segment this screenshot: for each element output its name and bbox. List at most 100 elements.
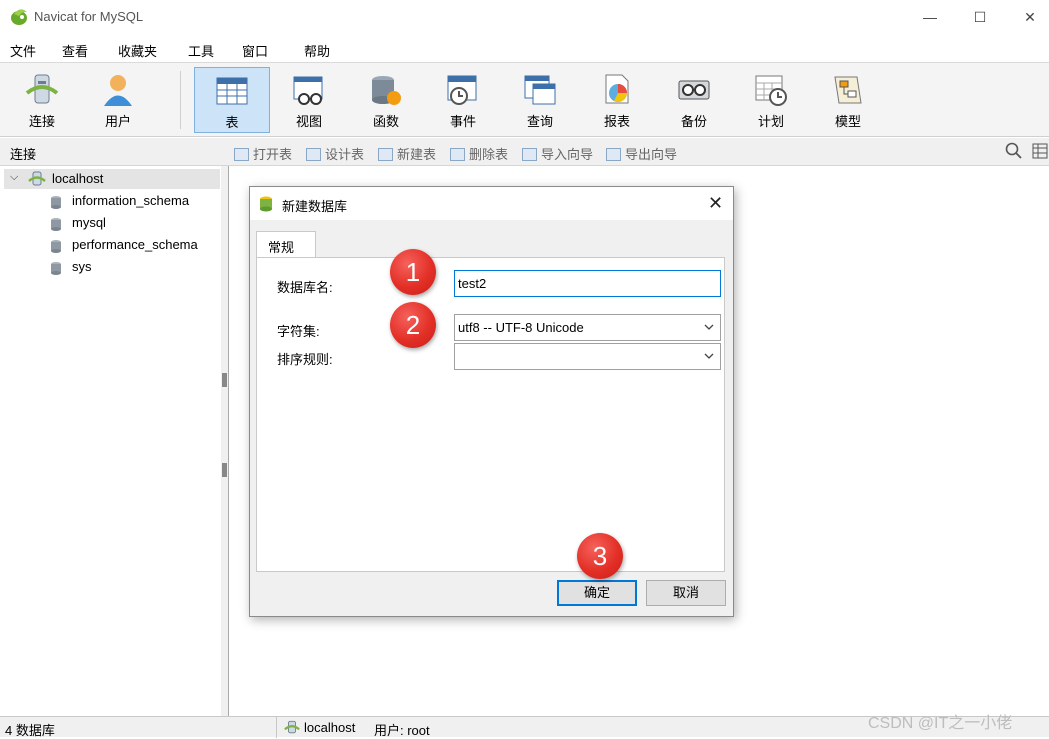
- dialog-form: 数据库名: 字符集: utf8 -- UTF-8 Unicode 排序规则:: [256, 257, 725, 572]
- export-wizard-label: 导出向导: [625, 147, 678, 162]
- menu-help[interactable]: 帮助: [304, 41, 330, 60]
- minimize-button[interactable]: —: [915, 6, 945, 28]
- model-icon: [834, 76, 862, 104]
- tree-connection-localhost[interactable]: ⌵ localhost: [4, 169, 220, 189]
- new-database-dialog: 新建数据库 ✕ 常规 数据库名: 字符集: utf8 -- UTF-8 Unic…: [249, 186, 734, 617]
- open-table-icon: [234, 148, 249, 161]
- delete-table-icon: [450, 148, 465, 161]
- toolbar-separator: [180, 71, 181, 129]
- collation-select[interactable]: [454, 343, 721, 370]
- close-button[interactable]: ✕: [1015, 6, 1045, 28]
- database-icon: [51, 218, 61, 231]
- toolbar-schedule-label: 计划: [757, 114, 784, 129]
- toolbar-event-button[interactable]: 事件: [425, 67, 501, 133]
- tree-item-label: sys: [72, 259, 92, 274]
- connection-icon: [284, 720, 300, 734]
- export-wizard-button[interactable]: 导出向导: [606, 144, 677, 163]
- toolbar-connect-button[interactable]: 连接: [4, 67, 80, 133]
- toolbar-view-label: 视图: [295, 114, 322, 129]
- toolbar-function-button[interactable]: 函数: [348, 67, 424, 133]
- connection-tree: ⌵ localhost information_schema mysql per…: [0, 166, 222, 716]
- import-wizard-label: 导入向导: [541, 147, 594, 162]
- toolbar-table-label: 表: [225, 115, 239, 130]
- toolbar-connect-label: 连接: [28, 114, 55, 129]
- maximize-button[interactable]: ☐: [965, 6, 995, 28]
- menu-bar: 文件 查看 收藏夹 工具 窗口 帮助: [0, 36, 1049, 62]
- open-table-button[interactable]: 打开表: [234, 144, 292, 163]
- design-table-button[interactable]: 设计表: [306, 144, 364, 163]
- toolbar-backup-label: 备份: [680, 114, 707, 129]
- design-table-icon: [306, 148, 321, 161]
- table-icon: [216, 77, 248, 105]
- toolbar-backup-button[interactable]: 备份: [656, 67, 732, 133]
- pane-splitter[interactable]: [221, 166, 229, 716]
- menu-window[interactable]: 窗口: [242, 41, 268, 60]
- new-table-button[interactable]: 新建表: [378, 144, 436, 163]
- toolbar-table-button[interactable]: 表: [194, 67, 270, 133]
- chevron-down-icon: [704, 353, 714, 359]
- dialog-title: 新建数据库: [282, 199, 348, 214]
- grid-view-icon[interactable]: [1032, 143, 1048, 159]
- database-name-input[interactable]: [454, 270, 721, 297]
- tab-general-label: 常规: [268, 240, 295, 255]
- step-badge-1: 1: [390, 249, 436, 295]
- charset-select[interactable]: utf8 -- UTF-8 Unicode: [454, 314, 721, 341]
- toolbar-view-button[interactable]: 视图: [271, 67, 347, 133]
- connection-pane-label: 连接: [10, 147, 37, 162]
- toolbar-model-label: 模型: [834, 114, 861, 129]
- export-wizard-icon: [606, 148, 621, 161]
- tree-root-label: localhost: [52, 171, 104, 186]
- toolbar-report-button[interactable]: 报表: [579, 67, 655, 133]
- open-table-label: 打开表: [253, 147, 293, 162]
- charset-value: utf8 -- UTF-8 Unicode: [458, 320, 584, 335]
- menu-tools[interactable]: 工具: [188, 41, 214, 60]
- database-icon: [51, 196, 61, 209]
- menu-favorites[interactable]: 收藏夹: [118, 41, 157, 60]
- toolbar-function-label: 函数: [372, 114, 399, 129]
- search-icon[interactable]: [1005, 142, 1023, 160]
- toolbar-user-label: 用户: [104, 114, 131, 129]
- import-wizard-button[interactable]: 导入向导: [522, 144, 593, 163]
- report-icon: [605, 74, 629, 104]
- status-divider: [276, 717, 277, 738]
- database-name-label: 数据库名:: [277, 280, 333, 295]
- status-connection: localhost: [304, 720, 356, 735]
- charset-label: 字符集:: [277, 324, 320, 339]
- view-icon: [293, 76, 323, 105]
- connection-icon: [28, 171, 46, 186]
- import-wizard-icon: [522, 148, 537, 161]
- database-count: 4 数据库: [5, 723, 55, 738]
- toolbar-user-button[interactable]: 用户: [80, 67, 156, 133]
- watermark: CSDN @IT之一小佬: [868, 715, 1013, 732]
- delete-table-button[interactable]: 删除表: [450, 144, 508, 163]
- query-icon: [524, 75, 556, 105]
- splitter-handle[interactable]: [222, 463, 227, 477]
- user-icon: [104, 75, 132, 106]
- ok-button[interactable]: 确定: [557, 580, 637, 606]
- schedule-icon: [755, 75, 787, 106]
- splitter-handle[interactable]: [222, 373, 227, 387]
- cancel-button[interactable]: 取消: [646, 580, 726, 606]
- connection-icon: [25, 74, 59, 104]
- tab-general[interactable]: 常规: [256, 231, 316, 258]
- chevron-down-icon[interactable]: ⌵: [10, 171, 18, 184]
- close-icon[interactable]: ✕: [708, 193, 723, 214]
- window-title: Navicat for MySQL: [34, 9, 144, 24]
- toolbar-model-button[interactable]: 模型: [810, 67, 886, 133]
- new-table-label: 新建表: [397, 147, 437, 162]
- tree-item-label: mysql: [72, 215, 106, 230]
- chevron-down-icon: [704, 324, 714, 330]
- dialog-title-bar: 新建数据库 ✕: [250, 187, 733, 220]
- delete-table-label: 删除表: [469, 147, 509, 162]
- menu-view[interactable]: 查看: [62, 41, 88, 60]
- step-badge-3: 3: [577, 533, 623, 579]
- toolbar-query-button[interactable]: 查询: [502, 67, 578, 133]
- toolbar-event-label: 事件: [449, 114, 476, 129]
- tree-item-label: information_schema: [72, 193, 190, 208]
- menu-file[interactable]: 文件: [10, 41, 36, 60]
- toolbar-schedule-button[interactable]: 计划: [733, 67, 809, 133]
- toolbar-report-label: 报表: [603, 114, 630, 129]
- database-icon: [51, 240, 61, 253]
- new-table-icon: [378, 148, 393, 161]
- object-toolbar: 连接 打开表 设计表 新建表 删除表 导入向导 导出向导: [0, 138, 1049, 166]
